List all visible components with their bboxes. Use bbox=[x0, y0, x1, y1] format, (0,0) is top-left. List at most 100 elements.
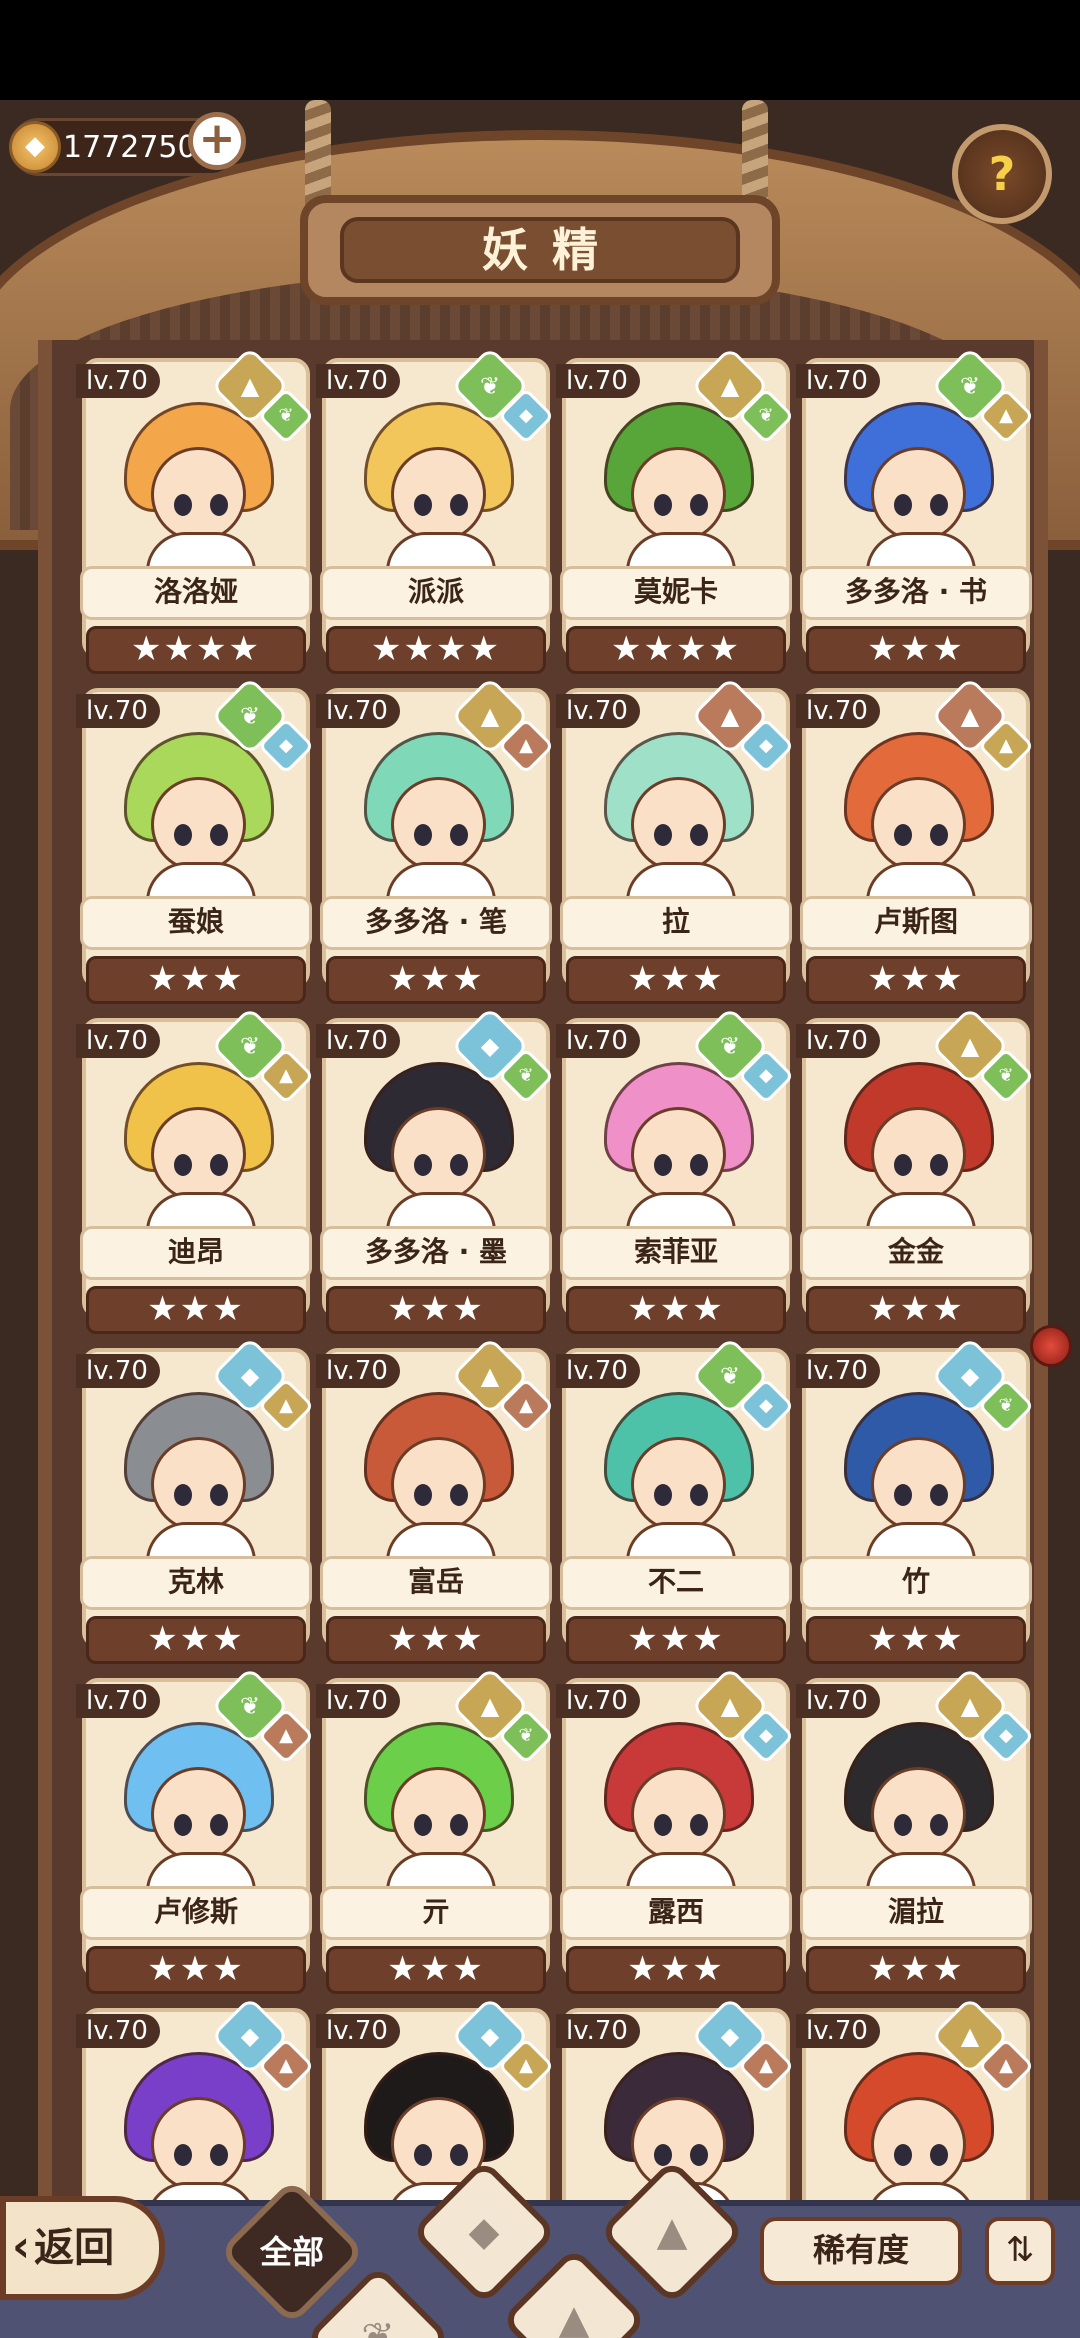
add-coins-button[interactable]: + bbox=[188, 112, 246, 170]
help-button[interactable]: ? bbox=[952, 124, 1052, 224]
fairy-card[interactable]: lv.70 ▲ ◆ 露西 ★★★ bbox=[556, 1666, 796, 2002]
star-rating: ★★★ bbox=[86, 956, 306, 1004]
fairy-name: 亓 bbox=[320, 1886, 552, 1940]
star-rating: ★★★★ bbox=[86, 626, 306, 674]
star-rating: ★★★ bbox=[806, 1616, 1026, 1664]
star-rating: ★★★ bbox=[566, 1286, 786, 1334]
star-rating: ★★★ bbox=[326, 1946, 546, 1994]
fairy-name: 克林 bbox=[80, 1556, 312, 1610]
fairy-portrait bbox=[826, 1392, 1006, 1582]
fairy-card[interactable]: lv.70 ❦ ◆ 索菲亚 ★★★ bbox=[556, 1006, 796, 1342]
star-rating: ★★★ bbox=[806, 1946, 1026, 1994]
fairy-name: 蚕娘 bbox=[80, 896, 312, 950]
level-tag: lv.70 bbox=[796, 2014, 880, 2048]
sort-order-button[interactable]: ⇅ bbox=[985, 2217, 1055, 2285]
fairy-portrait bbox=[106, 732, 286, 922]
page-title: 妖精 bbox=[340, 217, 740, 283]
question-sprout-icon: ? bbox=[988, 147, 1016, 201]
fairy-card[interactable]: lv.70 ▲ ▲ 多多洛 · 笔 ★★★ bbox=[316, 676, 556, 1012]
back-button[interactable]: ‹ 返回 bbox=[0, 2196, 165, 2300]
level-tag: lv.70 bbox=[76, 1684, 160, 1718]
level-tag: lv.70 bbox=[796, 1354, 880, 1388]
level-tag: lv.70 bbox=[316, 1024, 400, 1058]
fairy-name: 露西 bbox=[560, 1886, 792, 1940]
filter-all-label: 全部 bbox=[259, 2233, 324, 2271]
level-tag: lv.70 bbox=[556, 694, 640, 728]
level-tag: lv.70 bbox=[556, 364, 640, 398]
coin-icon: ◆ bbox=[9, 121, 61, 173]
level-tag: lv.70 bbox=[316, 1684, 400, 1718]
level-tag: lv.70 bbox=[556, 1354, 640, 1388]
fairy-portrait bbox=[826, 1722, 1006, 1912]
star-rating: ★★★ bbox=[566, 1946, 786, 1994]
fairy-card[interactable]: lv.70 ▲ ◆ 湄拉 ★★★ bbox=[796, 1666, 1036, 2002]
level-tag: lv.70 bbox=[76, 364, 160, 398]
level-tag: lv.70 bbox=[316, 694, 400, 728]
level-tag: lv.70 bbox=[76, 2014, 160, 2048]
star-rating: ★★★ bbox=[806, 626, 1026, 674]
fairy-name: 卢斯图 bbox=[800, 896, 1032, 950]
fairy-portrait bbox=[346, 1062, 526, 1252]
chevron-left-icon: ‹ bbox=[12, 2221, 31, 2272]
fairy-name: 多多洛 · 墨 bbox=[320, 1226, 552, 1280]
fairy-portrait bbox=[586, 1392, 766, 1582]
fairy-portrait bbox=[106, 1062, 286, 1252]
fairy-portrait bbox=[106, 2052, 286, 2242]
fairy-portrait bbox=[826, 402, 1006, 592]
fairy-portrait bbox=[826, 1062, 1006, 1252]
plus-icon: + bbox=[198, 113, 236, 164]
fairy-grid: lv.70 ▲ ❦ 洛洛娅 ★★★★ lv.70 ❦ ◆ 派派 ★★★★ lv.… bbox=[76, 346, 1038, 2332]
level-tag: lv.70 bbox=[796, 694, 880, 728]
fairy-name: 湄拉 bbox=[800, 1886, 1032, 1940]
fairy-card[interactable]: lv.70 ▲ ◆ 拉 ★★★ bbox=[556, 676, 796, 1012]
status-bar bbox=[0, 0, 1080, 100]
back-label: 返回 bbox=[34, 2225, 115, 2271]
fairy-name: 莫妮卡 bbox=[560, 566, 792, 620]
fairy-card[interactable]: lv.70 ▲ ❦ 莫妮卡 ★★★★ bbox=[556, 346, 796, 682]
fairy-card[interactable]: lv.70 ❦ ◆ 派派 ★★★★ bbox=[316, 346, 556, 682]
fairy-name: 迪昂 bbox=[80, 1226, 312, 1280]
star-rating: ★★★ bbox=[326, 956, 546, 1004]
star-rating: ★★★ bbox=[326, 1616, 546, 1664]
fairy-card[interactable]: lv.70 ▲ ▲ 卢斯图 ★★★ bbox=[796, 676, 1036, 1012]
fairy-name: 派派 bbox=[320, 566, 552, 620]
fairy-name: 索菲亚 bbox=[560, 1226, 792, 1280]
sort-order-icon: ⇅ bbox=[1005, 2230, 1035, 2270]
fairy-card[interactable]: lv.70 ◆ ▲ 克林 ★★★ bbox=[76, 1336, 316, 1672]
level-tag: lv.70 bbox=[556, 2014, 640, 2048]
fairy-card[interactable]: lv.70 ❦ ▲ 卢修斯 ★★★ bbox=[76, 1666, 316, 2002]
fairy-card[interactable]: lv.70 ▲ ▲ 富岳 ★★★ bbox=[316, 1336, 556, 1672]
fairy-list-panel[interactable]: lv.70 ▲ ❦ 洛洛娅 ★★★★ lv.70 ❦ ◆ 派派 ★★★★ lv.… bbox=[38, 340, 1048, 2338]
level-tag: lv.70 bbox=[796, 1684, 880, 1718]
fairy-card[interactable]: lv.70 ◆ ❦ 多多洛 · 墨 ★★★ bbox=[316, 1006, 556, 1342]
level-tag: lv.70 bbox=[796, 364, 880, 398]
mountain-icon: ▲ bbox=[558, 2297, 590, 2338]
fairy-card[interactable]: lv.70 ▲ ❦ 金金 ★★★ bbox=[796, 1006, 1036, 1342]
star-rating: ★★★★ bbox=[566, 626, 786, 674]
fairy-card[interactable]: lv.70 ❦ ◆ 不二 ★★★ bbox=[556, 1336, 796, 1672]
water-drop-icon: ◆ bbox=[468, 2209, 500, 2255]
fairy-name: 洛洛娅 bbox=[80, 566, 312, 620]
star-rating: ★★★ bbox=[806, 956, 1026, 1004]
fairy-portrait bbox=[346, 1392, 526, 1582]
level-tag: lv.70 bbox=[796, 1024, 880, 1058]
fairy-name: 多多洛 · 书 bbox=[800, 566, 1032, 620]
fairy-card[interactable]: lv.70 ❦ ◆ 蚕娘 ★★★ bbox=[76, 676, 316, 1012]
level-tag: lv.70 bbox=[76, 1354, 160, 1388]
fairy-name: 拉 bbox=[560, 896, 792, 950]
fairy-card[interactable]: lv.70 ▲ ❦ 亓 ★★★ bbox=[316, 1666, 556, 2002]
fairy-portrait bbox=[106, 1392, 286, 1582]
fairy-portrait bbox=[586, 732, 766, 922]
fairy-card[interactable]: lv.70 ◆ ❦ 竹 ★★★ bbox=[796, 1336, 1036, 1672]
scroll-knob[interactable] bbox=[1030, 1325, 1072, 1367]
sort-rarity-button[interactable]: 稀有度 bbox=[760, 2217, 962, 2285]
star-rating: ★★★ bbox=[86, 1946, 306, 1994]
fairy-name: 金金 bbox=[800, 1226, 1032, 1280]
fairy-card[interactable]: lv.70 ❦ ▲ 多多洛 · 书 ★★★ bbox=[796, 346, 1036, 682]
fairy-portrait bbox=[826, 2052, 1006, 2242]
fairy-card[interactable]: lv.70 ❦ ▲ 迪昂 ★★★ bbox=[76, 1006, 316, 1342]
fairy-collection-screen: ◆ 17727505 + 妖精 ? lv.70 ▲ ❦ 洛洛娅 ★★★★ lv.… bbox=[0, 100, 1080, 2338]
fairy-name: 卢修斯 bbox=[80, 1886, 312, 1940]
fairy-name: 富岳 bbox=[320, 1556, 552, 1610]
fairy-card[interactable]: lv.70 ▲ ❦ 洛洛娅 ★★★★ bbox=[76, 346, 316, 682]
